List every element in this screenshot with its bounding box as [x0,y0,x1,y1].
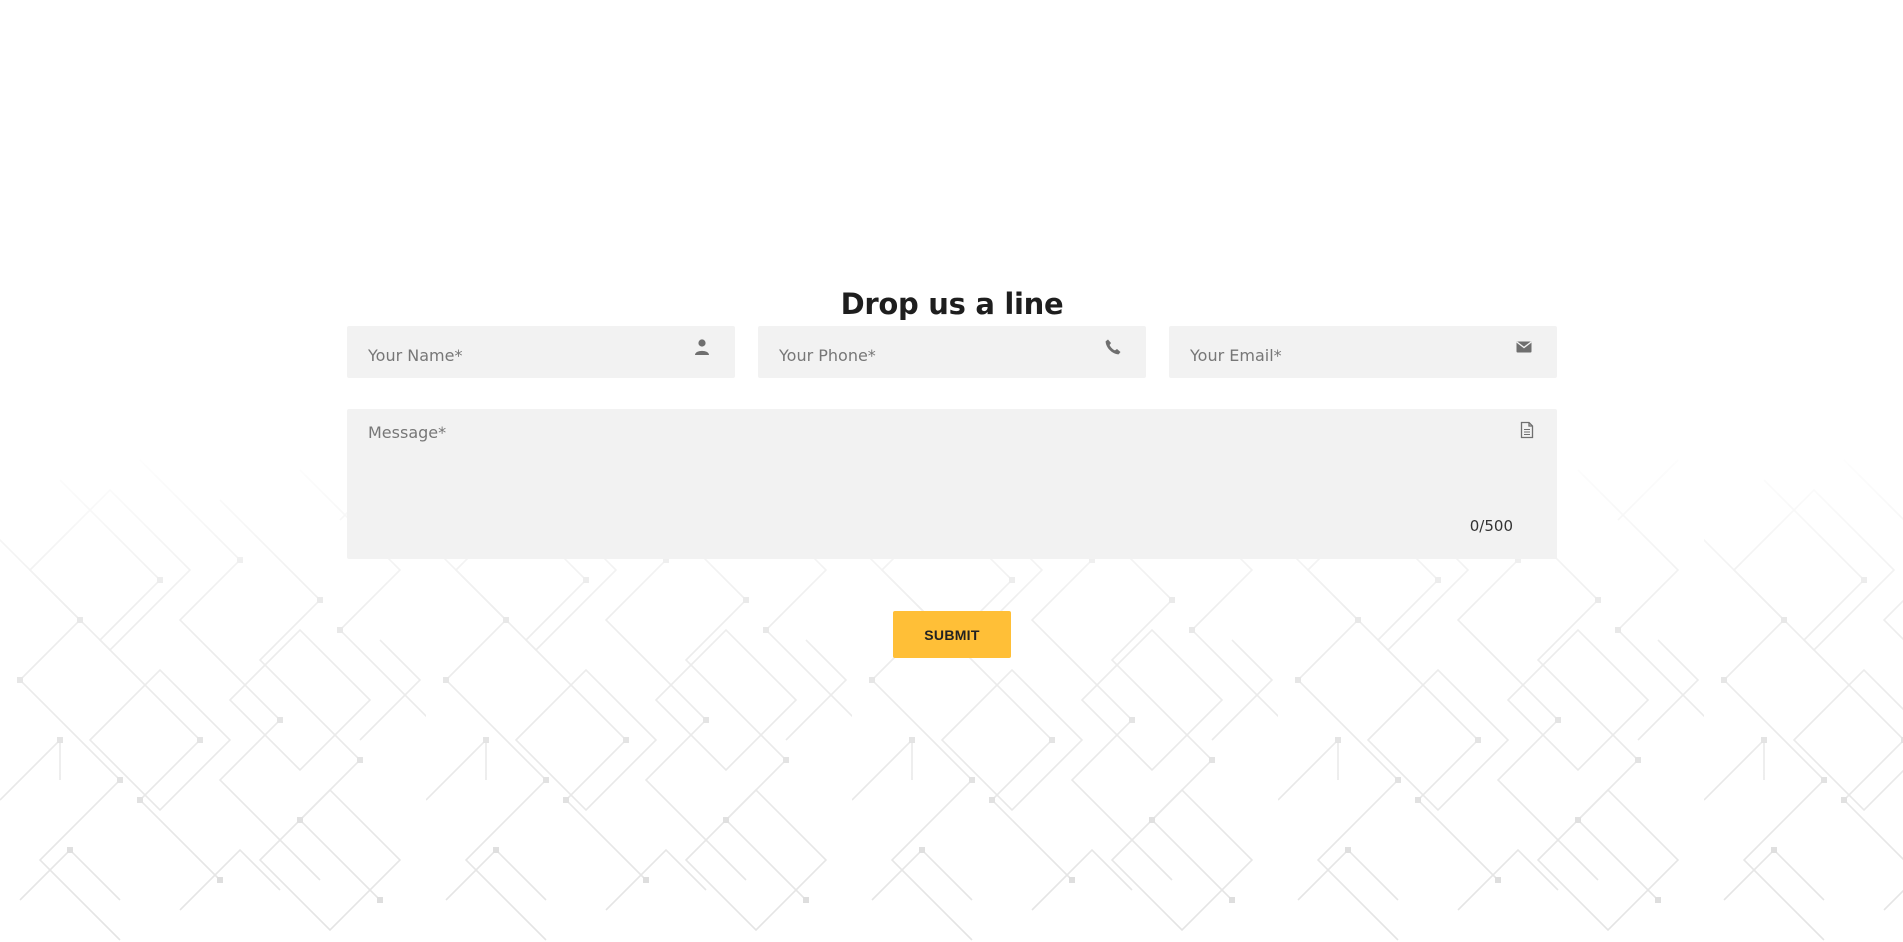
contact-fields-row [347,326,1557,378]
email-field [1169,326,1557,378]
email-input[interactable] [1169,326,1557,378]
document-icon [1520,421,1534,439]
phone-icon [1105,339,1121,355]
name-field [347,326,735,378]
envelope-icon [1516,341,1532,353]
character-counter: 0/500 [1469,517,1513,535]
message-field: 0/500 [347,409,1557,559]
name-input[interactable] [347,326,735,378]
phone-input[interactable] [758,326,1146,378]
contact-form: Drop us a line Your Name* Your Phone* Yo… [347,286,1557,658]
message-textarea[interactable] [347,409,1557,559]
form-title: Drop us a line [840,287,1064,321]
submit-container: SUBMIT [347,611,1557,658]
user-icon [695,339,709,355]
submit-button[interactable]: SUBMIT [893,611,1011,658]
phone-field [758,326,1146,378]
page: Drop us a line Your Name* Your Phone* Yo… [0,0,1903,942]
